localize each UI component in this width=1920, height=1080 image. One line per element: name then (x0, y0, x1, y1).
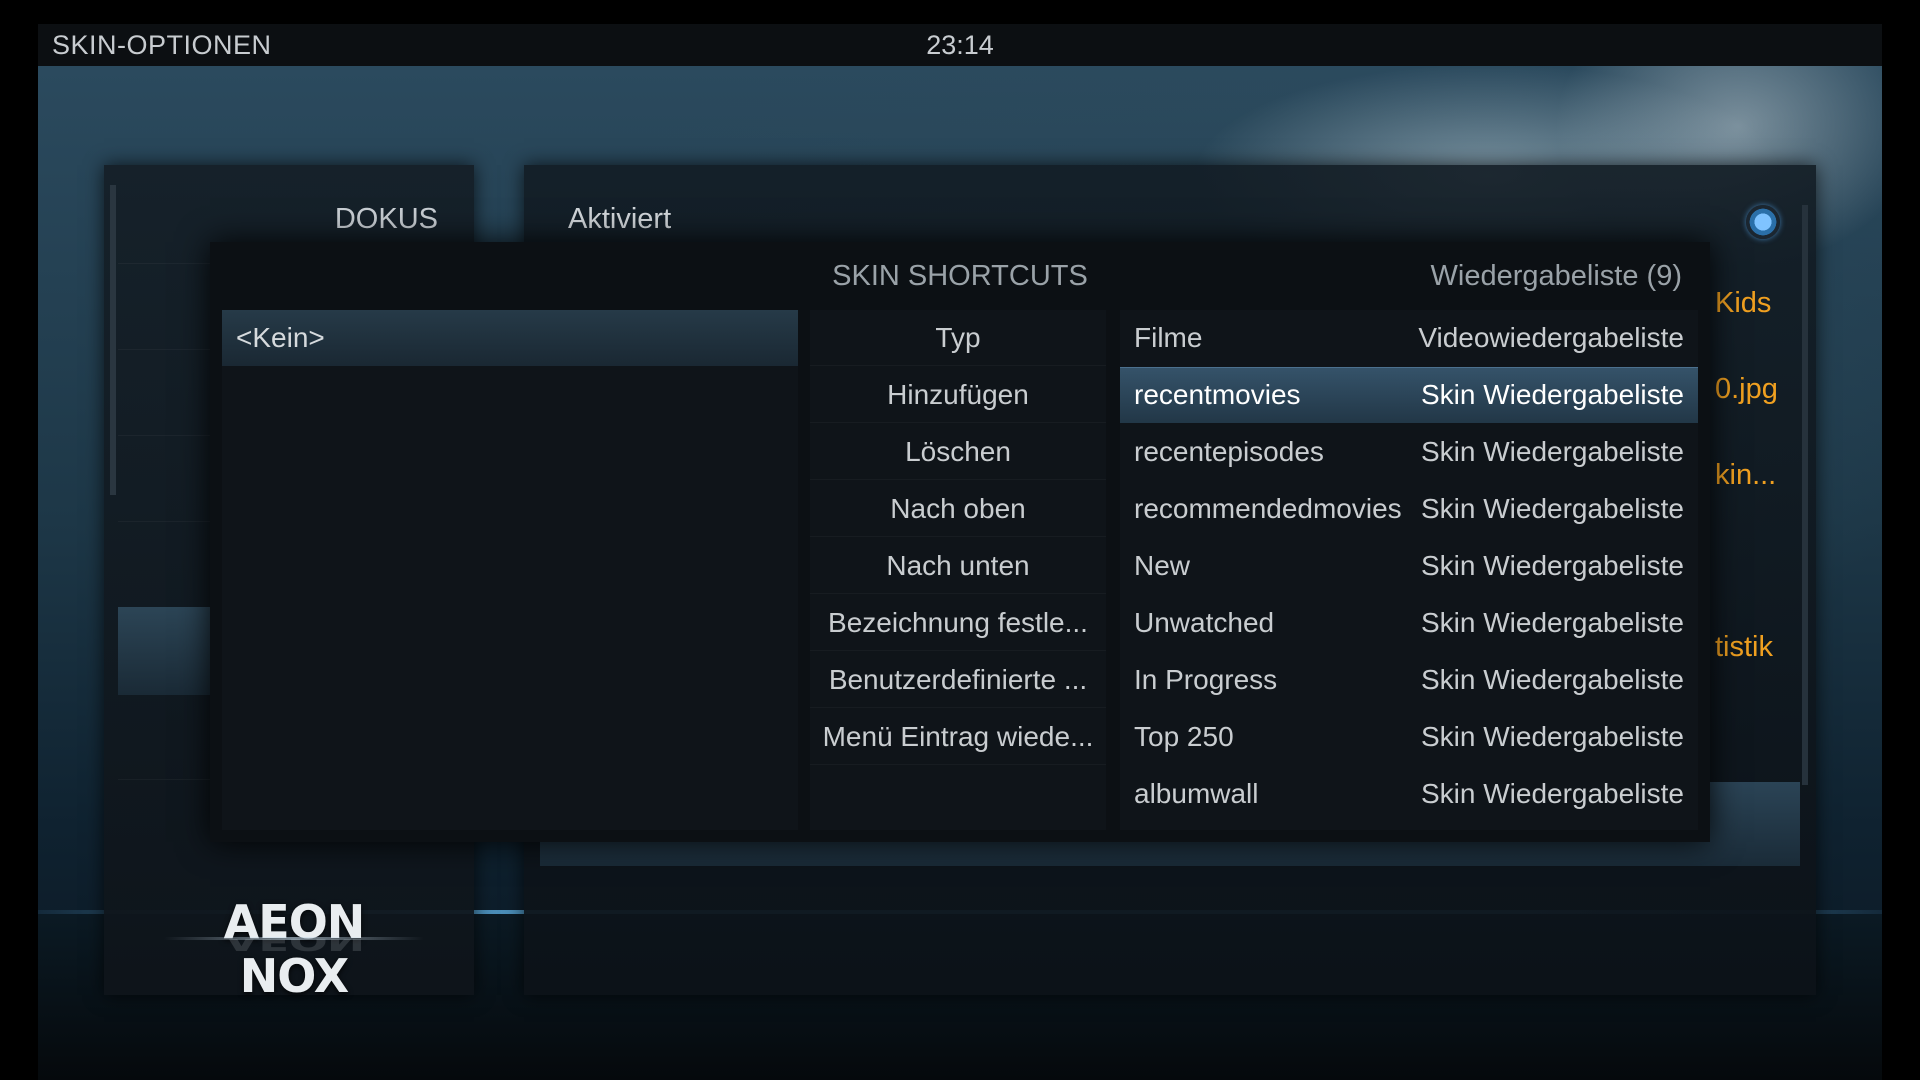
list-item[interactable]: Unwatched Skin Wiedergabeliste (1120, 595, 1698, 651)
action-label: Bezeichnung festle... (828, 607, 1088, 638)
option-type: Skin Wiedergabeliste (1420, 493, 1684, 524)
restore-item-button[interactable]: Menü Eintrag wiede... (810, 709, 1106, 765)
list-item[interactable]: <Kein> (222, 310, 798, 366)
option-name: recentmovies (1134, 379, 1301, 410)
action-list: Typ Hinzufügen Löschen Nach oben Nach un… (810, 310, 1106, 830)
menu-item-focused[interactable] (118, 607, 218, 695)
option-name: recentepisodes (1134, 436, 1324, 467)
option-value[interactable]: kin... (1715, 459, 1776, 492)
scrollbar[interactable] (1802, 205, 1808, 785)
list-item[interactable]: recommendedmovies Skin Wiedergabeliste (1120, 481, 1698, 537)
option-value[interactable]: 0.jpg (1715, 373, 1778, 406)
action-label: Menü Eintrag wiede... (822, 721, 1094, 752)
action-label: Benutzerdefinierte ... (828, 664, 1088, 695)
list-item[interactable]: recentepisodes Skin Wiedergabeliste (1120, 424, 1698, 480)
option-name: Filme (1134, 322, 1203, 353)
menu-item-dokus[interactable]: DOKUS (335, 203, 438, 236)
skin-shortcuts-dialog: SKIN SHORTCUTS Wiedergabeliste (9) <Kein… (210, 242, 1710, 842)
add-button[interactable]: Hinzufügen (810, 367, 1106, 423)
dialog-subtitle: Wiedergabeliste (9) (1430, 260, 1682, 292)
option-value[interactable]: tistik (1715, 631, 1773, 664)
aeon-nox-logo-reflection: AEON NOX (223, 939, 365, 957)
action-label: Löschen (905, 436, 1011, 467)
playlist-options-list: Filme Videowiedergabeliste recentmovies … (1120, 310, 1698, 830)
option-type: Skin Wiedergabeliste (1420, 721, 1684, 752)
set-label-button[interactable]: Bezeichnung festle... (810, 595, 1106, 651)
option-name: New (1134, 550, 1191, 581)
action-label: Nach unten (886, 550, 1030, 581)
option-type: Skin Wiedergabeliste (1420, 436, 1684, 467)
option-type: Skin Wiedergabeliste (1420, 778, 1684, 809)
option-value[interactable]: Kids (1715, 287, 1771, 320)
list-item[interactable]: Filme Videowiedergabeliste (1120, 310, 1698, 366)
scrollbar[interactable] (110, 185, 116, 495)
option-name: Top 250 (1134, 721, 1234, 752)
action-label: Typ (935, 322, 981, 353)
move-down-button[interactable]: Nach unten (810, 538, 1106, 594)
clock: 23:14 (926, 30, 994, 60)
delete-button[interactable]: Löschen (810, 424, 1106, 480)
action-label: Hinzufügen (887, 379, 1029, 410)
list-item-selected[interactable]: recentmovies Skin Wiedergabeliste (1120, 367, 1698, 423)
option-type: Skin Wiedergabeliste (1420, 379, 1684, 410)
option-activated-label[interactable]: Aktiviert (568, 203, 671, 236)
top-bar: SKIN-OPTIONEN 23:14 (38, 24, 1882, 66)
option-type: Skin Wiedergabeliste (1420, 664, 1684, 695)
list-item[interactable]: In Progress Skin Wiedergabeliste (1120, 652, 1698, 708)
option-name: In Progress (1134, 664, 1278, 695)
option-type: Skin Wiedergabeliste (1420, 607, 1684, 638)
action-label: Nach oben (890, 493, 1026, 524)
custom-button[interactable]: Benutzerdefinierte ... (810, 652, 1106, 708)
radio-button-icon[interactable] (1746, 205, 1780, 239)
move-up-button[interactable]: Nach oben (810, 481, 1106, 537)
list-item[interactable]: New Skin Wiedergabeliste (1120, 538, 1698, 594)
option-type: Videowiedergabeliste (1418, 322, 1684, 353)
list-item-label: <Kein> (236, 322, 325, 353)
list-item[interactable]: Top 250 Skin Wiedergabeliste (1120, 709, 1698, 765)
list-item[interactable]: albumwall Skin Wiedergabeliste (1120, 766, 1698, 822)
logo-glow (164, 937, 424, 940)
type-button[interactable]: Typ (810, 310, 1106, 366)
shortcut-list: <Kein> (222, 310, 798, 830)
option-type: Skin Wiedergabeliste (1420, 550, 1684, 581)
option-name: albumwall (1134, 778, 1259, 809)
option-name: Unwatched (1134, 607, 1275, 638)
option-name: recommendedmovies (1134, 493, 1402, 524)
